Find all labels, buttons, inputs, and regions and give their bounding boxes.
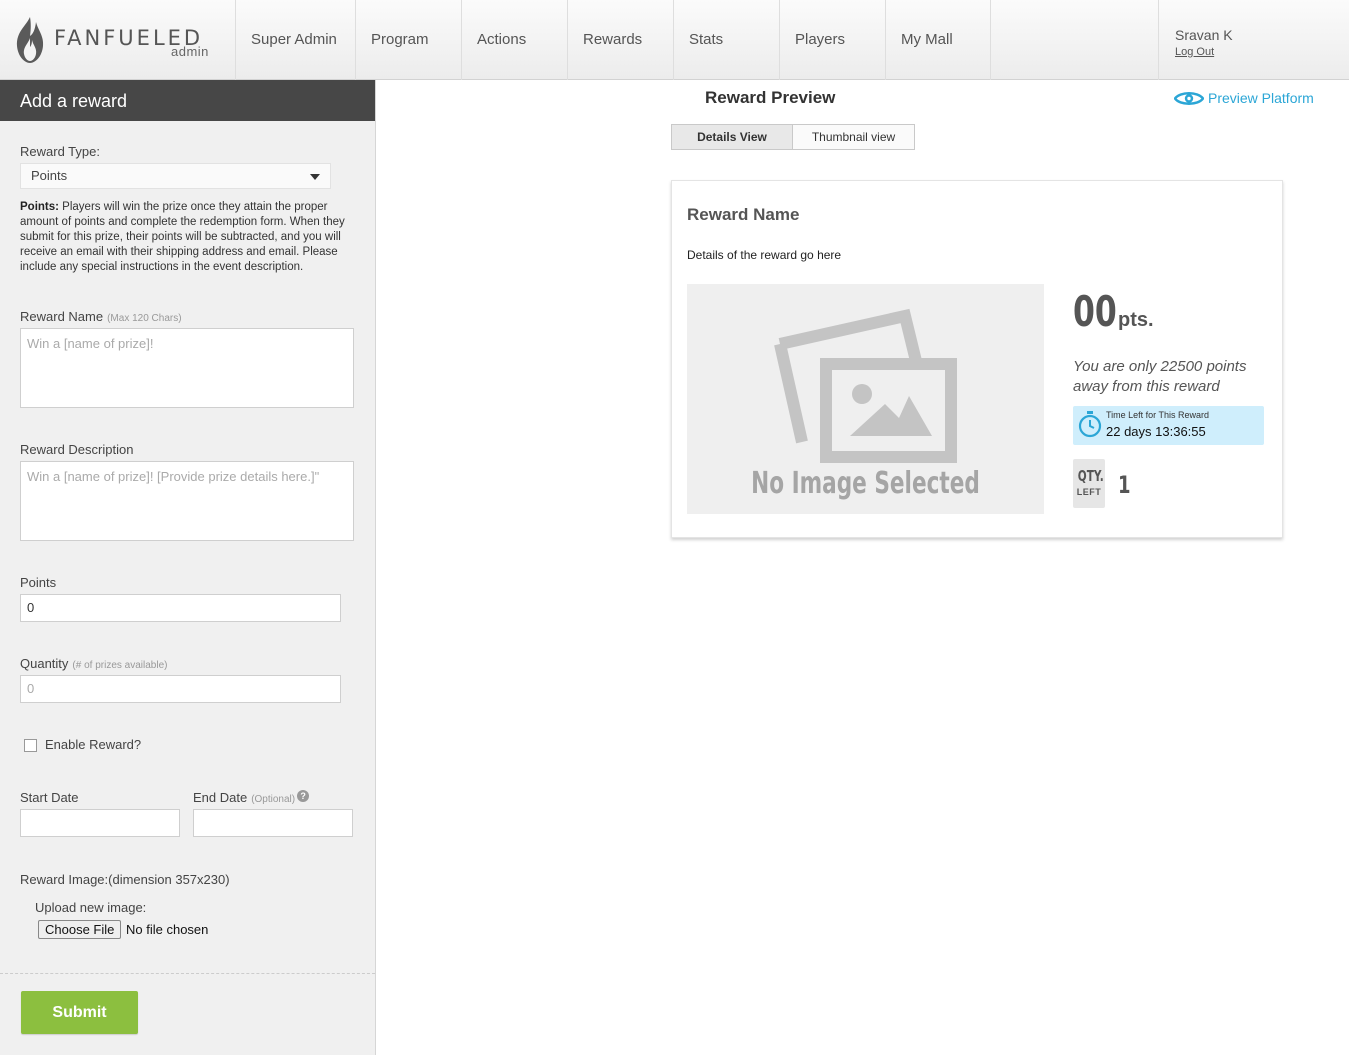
- qty-sub-label: LEFT: [1076, 487, 1102, 497]
- tab-details-view[interactable]: Details View: [671, 124, 793, 150]
- help-icon[interactable]: ?: [297, 790, 310, 802]
- nav-rewards[interactable]: Rewards: [567, 0, 673, 80]
- file-status: No file chosen: [126, 922, 209, 937]
- brand-sub: admin: [171, 44, 209, 59]
- end-date-label: End Date (Optional)?: [193, 790, 310, 805]
- preview-tabs: Details View Thumbnail view: [671, 124, 915, 150]
- quantity-badge: QTY. LEFT: [1073, 459, 1105, 508]
- enable-reward-label: Enable Reward?: [45, 737, 142, 752]
- stopwatch-icon: [1078, 411, 1102, 438]
- nav-program[interactable]: Program: [355, 0, 461, 80]
- preview-platform-label: Preview Platform: [1208, 90, 1314, 106]
- description-bold: Points:: [20, 201, 59, 213]
- reward-type-description: Points: Players will win the prize once …: [20, 200, 365, 275]
- logout-link[interactable]: Log Out: [1175, 46, 1214, 58]
- upload-label: Upload new image:: [35, 900, 147, 915]
- reward-type-select[interactable]: Points: [20, 163, 331, 189]
- nav-stats[interactable]: Stats: [673, 0, 779, 80]
- preview-platform-link[interactable]: Preview Platform: [1173, 90, 1314, 107]
- qty-label: QTY.: [1077, 467, 1104, 485]
- reward-preview-card: Reward Name Details of the reward go her…: [671, 180, 1283, 538]
- top-navigation: FANFUELED admin Super Admin Program Acti…: [0, 0, 1349, 80]
- form-title: Add a reward: [0, 80, 375, 121]
- time-left-label: Time Left for This Reward: [1106, 410, 1210, 420]
- quantity-value: 1: [1118, 471, 1131, 499]
- reward-description-input[interactable]: Win a [name of prize]! [Provide prize de…: [20, 461, 354, 541]
- choose-file-button[interactable]: Choose File: [38, 920, 122, 939]
- end-date-hint: (Optional): [251, 794, 296, 805]
- no-image-text: No Image Selected: [751, 466, 980, 501]
- quantity-label-text: Quantity: [20, 656, 69, 671]
- nav-players[interactable]: Players: [779, 0, 885, 80]
- brand-logo[interactable]: FANFUELED admin: [14, 16, 229, 66]
- end-date-label-text: End Date: [193, 790, 248, 805]
- main-nav: Super Admin Program Actions Rewards Stat…: [235, 0, 991, 80]
- reward-image-placeholder: No Image Selected: [687, 284, 1044, 514]
- flame-icon: [16, 17, 44, 63]
- reward-name-label-text: Reward Name: [20, 309, 104, 324]
- reward-type-value: Points: [31, 168, 68, 183]
- card-reward-name: Reward Name: [687, 205, 800, 224]
- reward-name-input[interactable]: Win a [name of prize]!: [20, 328, 354, 408]
- eye-icon: [1173, 92, 1205, 105]
- quantity-input[interactable]: 0: [20, 675, 341, 703]
- submit-button[interactable]: Submit: [21, 991, 138, 1034]
- nav-my-mall[interactable]: My Mall: [885, 0, 991, 80]
- enable-reward-checkbox[interactable]: [24, 739, 37, 752]
- add-reward-form: Add a reward Reward Type: Points Points:…: [0, 80, 376, 1055]
- tab-thumbnail-view[interactable]: Thumbnail view: [793, 124, 915, 150]
- quantity-hint: (# of prizes available): [72, 660, 168, 671]
- nav-super-admin[interactable]: Super Admin: [235, 0, 355, 80]
- reward-name-hint: (Max 120 Chars): [107, 313, 182, 324]
- reward-image-label: Reward Image:(dimension 357x230): [20, 872, 230, 887]
- points-unit: pts.: [1118, 309, 1154, 331]
- reward-description-label: Reward Description: [20, 442, 134, 457]
- time-left-value: 22 days 13:36:55: [1106, 424, 1206, 439]
- reward-type-label: Reward Type:: [20, 144, 100, 159]
- reward-name-label: Reward Name (Max 120 Chars): [20, 309, 182, 324]
- start-date-label: Start Date: [20, 790, 79, 805]
- description-text: Players will win the prize once they att…: [20, 201, 345, 273]
- time-left-badge: Time Left for This Reward 22 days 13:36:…: [1073, 406, 1264, 445]
- preview-title: Reward Preview: [705, 88, 836, 107]
- points-value: 00: [1073, 287, 1117, 336]
- divider: [0, 973, 375, 974]
- points-away-text: You are only 22500 points away from this…: [1073, 358, 1247, 395]
- user-panel: Sravan K Log Out: [1158, 0, 1349, 80]
- end-date-input[interactable]: [193, 809, 353, 837]
- nav-actions[interactable]: Actions: [461, 0, 567, 80]
- start-date-input[interactable]: [20, 809, 180, 837]
- caret-down-icon: [310, 174, 320, 180]
- points-label: Points: [20, 575, 57, 590]
- card-reward-details: Details of the reward go here: [687, 248, 842, 262]
- points-input[interactable]: 0: [20, 594, 341, 622]
- user-name: Sravan K: [1175, 27, 1233, 43]
- quantity-label: Quantity (# of prizes available): [20, 656, 167, 671]
